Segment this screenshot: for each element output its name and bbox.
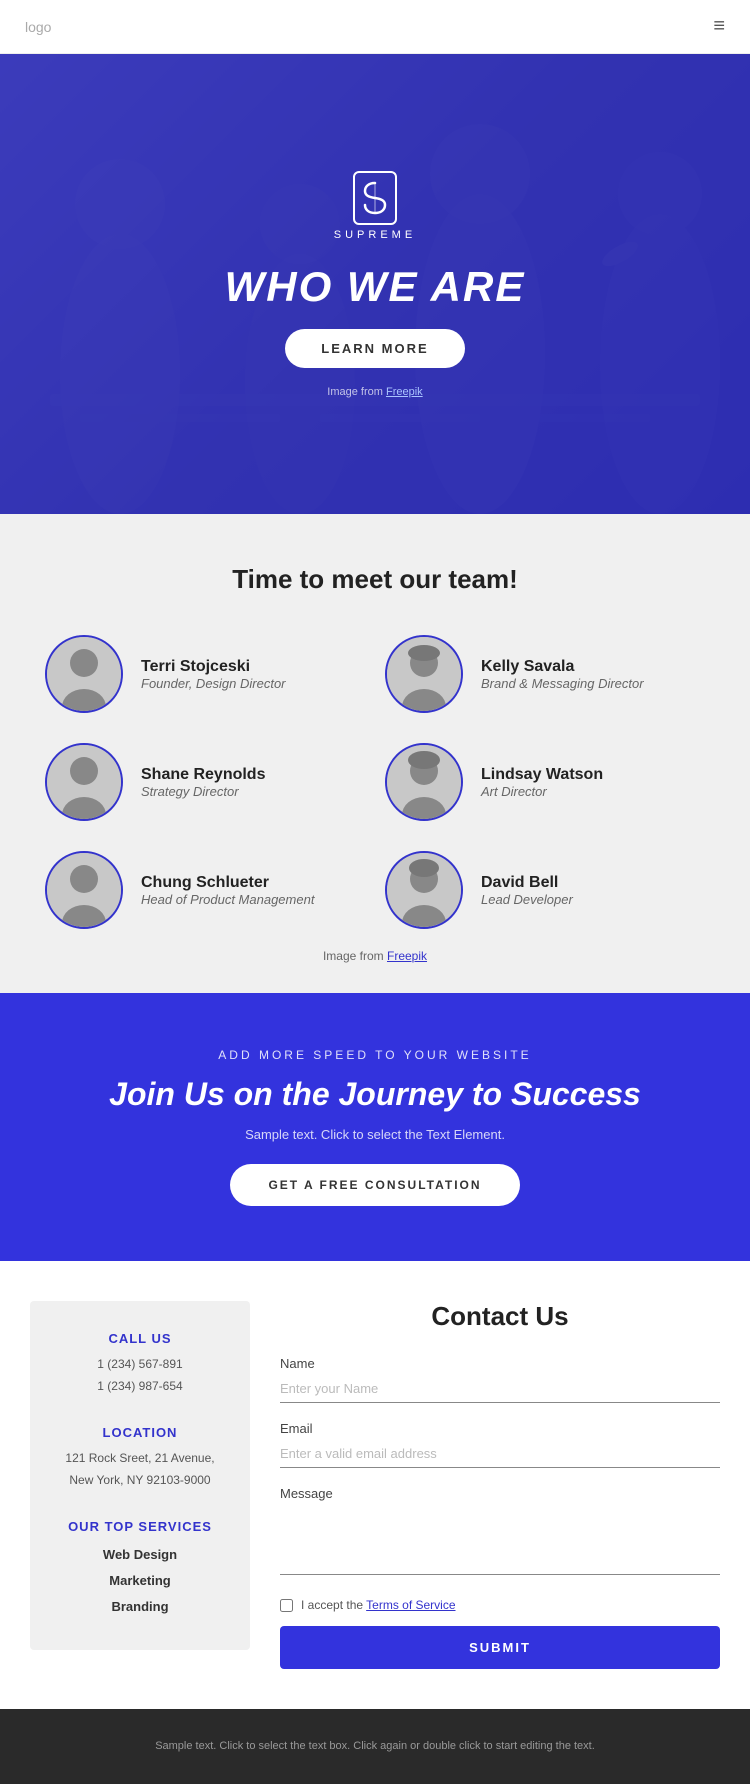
phone1: 1 (234) 567-891 <box>50 1354 230 1376</box>
services-list: Web Design Marketing Branding <box>50 1542 230 1620</box>
hero-learn-more-button[interactable]: LEARN MORE <box>285 329 464 368</box>
team-info-terri: Terri Stojceski Founder, Design Director <box>141 658 286 691</box>
call-info: CALL US 1 (234) 567-891 1 (234) 987-654 <box>50 1331 230 1397</box>
submit-button[interactable]: SUBMIT <box>280 1626 720 1669</box>
tos-checkbox[interactable] <box>280 1599 293 1612</box>
team-role: Founder, Design Director <box>141 676 286 691</box>
address1: 121 Rock Sreet, 21 Avenue, <box>50 1448 230 1470</box>
services-label: OUR TOP SERVICES <box>50 1519 230 1534</box>
team-name: Terri Stojceski <box>141 658 286 676</box>
call-label: CALL US <box>50 1331 230 1346</box>
avatar-kelly <box>385 635 463 713</box>
location-label: LOCATION <box>50 1425 230 1440</box>
tos-check-group: I accept the Terms of Service <box>280 1598 720 1612</box>
service-2: Marketing <box>50 1568 230 1594</box>
team-info-david: David Bell Lead Developer <box>481 874 573 907</box>
logo: logo <box>25 19 51 35</box>
address2: New York, NY 92103-9000 <box>50 1470 230 1492</box>
team-member-5: Chung Schlueter Head of Product Manageme… <box>45 851 365 929</box>
team-name: Chung Schlueter <box>141 874 314 892</box>
team-member-6: David Bell Lead Developer <box>385 851 705 929</box>
cta-title: Join Us on the Journey to Success <box>109 1076 641 1113</box>
team-info-lindsay: Lindsay Watson Art Director <box>481 766 603 799</box>
team-member-2: Kelly Savala Brand & Messaging Director <box>385 635 705 713</box>
hero-title: WHO WE ARE <box>225 263 526 311</box>
services-info: OUR TOP SERVICES Web Design Marketing Br… <box>50 1519 230 1620</box>
service-1: Web Design <box>50 1542 230 1568</box>
hero-credit: Image from Freepik <box>327 386 422 398</box>
team-info-kelly: Kelly Savala Brand & Messaging Director <box>481 658 644 691</box>
avatar-lindsay <box>385 743 463 821</box>
cta-section: ADD MORE SPEED TO YOUR WEBSITE Join Us o… <box>0 993 750 1261</box>
name-field-group: Name <box>280 1356 720 1403</box>
contact-form: Contact Us Name Email Message I accept t… <box>280 1301 720 1669</box>
team-member-3: Shane Reynolds Strategy Director <box>45 743 365 821</box>
hero-section: SUPREME WHO WE ARE LEARN MORE Image from… <box>0 54 750 514</box>
brand-logo: SUPREME <box>334 171 416 241</box>
team-name: Shane Reynolds <box>141 766 265 784</box>
service-3: Branding <box>50 1594 230 1620</box>
avatar-chung <box>45 851 123 929</box>
contact-section: CALL US 1 (234) 567-891 1 (234) 987-654 … <box>0 1261 750 1709</box>
brand-name: SUPREME <box>334 229 416 241</box>
phone2: 1 (234) 987-654 <box>50 1376 230 1398</box>
cta-body: Sample text. Click to select the Text El… <box>245 1127 505 1142</box>
message-input[interactable] <box>280 1505 720 1575</box>
team-credit: Image from Freepik <box>30 949 720 963</box>
email-input[interactable] <box>280 1440 720 1468</box>
hero-content: SUPREME WHO WE ARE LEARN MORE Image from… <box>225 171 526 398</box>
team-info-shane: Shane Reynolds Strategy Director <box>141 766 265 799</box>
menu-icon[interactable]: ≡ <box>713 15 725 38</box>
site-footer: Sample text. Click to select the text bo… <box>0 1709 750 1784</box>
message-field-group: Message <box>280 1486 720 1580</box>
avatar-shane <box>45 743 123 821</box>
team-role: Head of Product Management <box>141 892 314 907</box>
location-info: LOCATION 121 Rock Sreet, 21 Avenue, New … <box>50 1425 230 1491</box>
team-name: Kelly Savala <box>481 658 644 676</box>
team-grid: Terri Stojceski Founder, Design Director… <box>45 635 705 929</box>
team-title: Time to meet our team! <box>30 564 720 595</box>
email-field-group: Email <box>280 1421 720 1468</box>
tos-label: I accept the Terms of Service <box>301 1598 456 1612</box>
team-info-chung: Chung Schlueter Head of Product Manageme… <box>141 874 314 907</box>
avatar-terri <box>45 635 123 713</box>
team-name: David Bell <box>481 874 573 892</box>
brand-icon <box>353 171 397 225</box>
team-section: Time to meet our team! Terri Stojceski F… <box>0 514 750 993</box>
message-label: Message <box>280 1486 720 1501</box>
team-member-1: Terri Stojceski Founder, Design Director <box>45 635 365 713</box>
contact-info-box: CALL US 1 (234) 567-891 1 (234) 987-654 … <box>30 1301 250 1650</box>
name-label: Name <box>280 1356 720 1371</box>
team-name: Lindsay Watson <box>481 766 603 784</box>
site-header: logo ≡ <box>0 0 750 54</box>
footer-text: Sample text. Click to select the text bo… <box>30 1737 720 1756</box>
name-input[interactable] <box>280 1375 720 1403</box>
email-label: Email <box>280 1421 720 1436</box>
team-role: Strategy Director <box>141 784 265 799</box>
tos-link[interactable]: Terms of Service <box>366 1598 455 1612</box>
cta-button[interactable]: GET A FREE CONSULTATION <box>230 1164 519 1206</box>
cta-subtitle: ADD MORE SPEED TO YOUR WEBSITE <box>218 1048 531 1062</box>
team-role: Brand & Messaging Director <box>481 676 644 691</box>
avatar-david <box>385 851 463 929</box>
team-role: Art Director <box>481 784 603 799</box>
team-role: Lead Developer <box>481 892 573 907</box>
contact-title: Contact Us <box>280 1301 720 1332</box>
team-member-4: Lindsay Watson Art Director <box>385 743 705 821</box>
